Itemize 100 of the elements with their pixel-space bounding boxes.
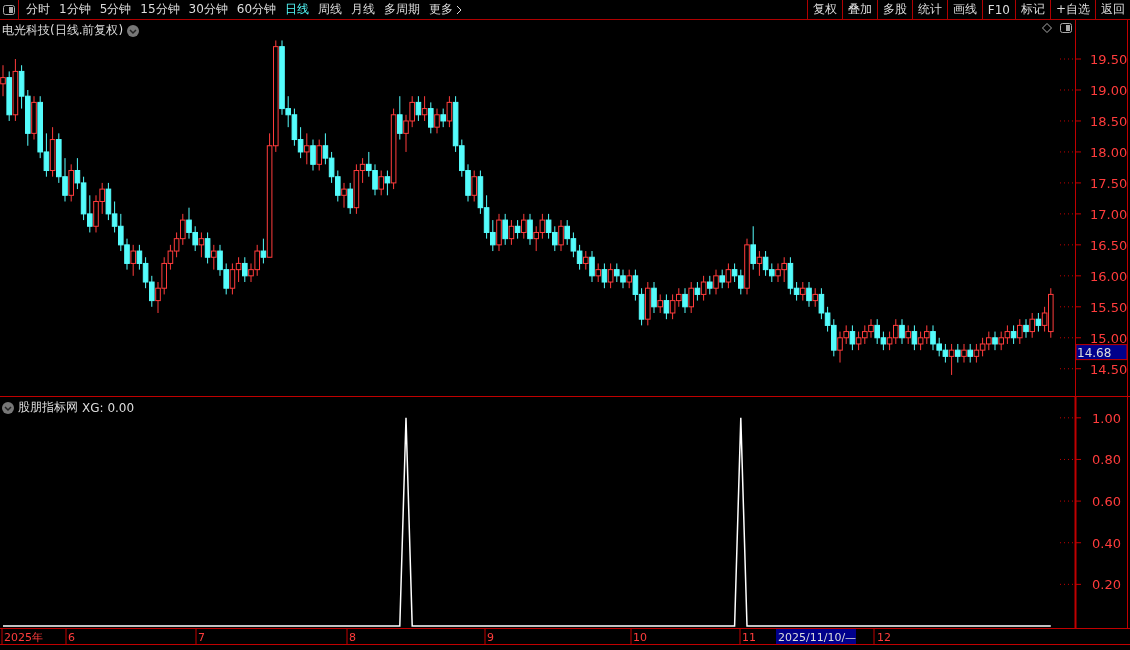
candlestick (173, 231, 180, 258)
candlestick (583, 250, 589, 271)
period-tab[interactable]: 30分钟 (188, 1, 228, 18)
date-label: 10 (633, 631, 647, 644)
candlestick (688, 281, 694, 314)
candlestick (62, 157, 68, 202)
candlestick (1017, 318, 1023, 345)
toolbar-button[interactable]: 多股 (876, 0, 912, 19)
candlestick (328, 151, 335, 184)
more-button[interactable]: 更多 (429, 1, 463, 18)
candlestick (713, 269, 719, 295)
candlestick (545, 213, 552, 240)
axis-label: 0.80 (1092, 452, 1121, 468)
date-label: 6 (68, 631, 75, 644)
axis-label: 0.20 (1092, 577, 1121, 593)
period-tab[interactable]: 月线 (351, 1, 376, 18)
candlestick (942, 343, 949, 364)
candlestick (217, 244, 223, 277)
candlestick (552, 225, 558, 252)
candlestick (384, 170, 391, 196)
toolbar-button[interactable]: 叠加 (841, 0, 877, 19)
candlestick (372, 163, 378, 196)
date-label: 8 (349, 631, 356, 644)
axis-label: 0.40 (1092, 535, 1121, 551)
toolbar-button[interactable]: 标记 (1014, 0, 1050, 19)
candlestick (719, 269, 725, 289)
candlestick (775, 262, 781, 283)
indicator-reading: XG: 0.00 (82, 400, 135, 415)
date-label: 2025年 (4, 631, 43, 644)
date-label: 9 (487, 631, 494, 644)
candlestick (43, 132, 50, 178)
candlestick (118, 213, 124, 252)
axis-label: 18.00 (1090, 144, 1128, 160)
period-tab[interactable]: 1分钟 (59, 1, 91, 18)
axis-label: 18.50 (1090, 113, 1128, 129)
candlestick (235, 256, 242, 283)
candlestick (880, 331, 887, 351)
axis-label: 1.00 (1092, 410, 1121, 426)
candlestick (651, 281, 657, 314)
chart-title: 电光科技(日线.前复权) (2, 22, 124, 39)
candlestick (762, 250, 769, 277)
candlestick (632, 269, 639, 302)
candlestick (471, 170, 477, 202)
candlestick (359, 157, 366, 184)
candlestick (490, 219, 496, 252)
candlestick (862, 324, 868, 345)
candlestick (204, 231, 211, 264)
toolbar-button[interactable]: 返回 (1095, 0, 1130, 19)
candlestick (669, 293, 676, 320)
period-tab[interactable]: 周线 (318, 1, 343, 18)
period-tab[interactable]: 多周期 (384, 1, 421, 18)
candlestick (800, 281, 806, 302)
candlestick (793, 281, 800, 302)
candlestick (973, 343, 980, 364)
candlestick (229, 262, 236, 295)
period-tab[interactable]: 60分钟 (236, 1, 277, 18)
candlestick (979, 337, 986, 357)
panel-toggle-icon[interactable] (3, 4, 15, 15)
candlestick (421, 95, 428, 122)
candlestick (750, 225, 756, 271)
candlestick (260, 238, 267, 264)
toolbar-button[interactable]: 复权 (806, 0, 842, 19)
candlestick (149, 275, 155, 308)
candlestick (192, 225, 198, 252)
candlestick (998, 331, 1004, 351)
candlestick (1041, 306, 1048, 333)
candlestick (911, 324, 918, 351)
candlestick (347, 182, 353, 215)
candlestick (682, 287, 688, 314)
candlestick (620, 269, 626, 289)
candlestick (514, 219, 521, 240)
period-tab[interactable]: 分时 (26, 1, 50, 18)
period-tab[interactable]: 5分钟 (99, 1, 132, 18)
toolbar-button[interactable]: 统计 (911, 0, 947, 19)
dropdown-icon[interactable] (127, 24, 140, 37)
candlestick (570, 231, 577, 258)
candlestick (198, 231, 205, 258)
candlestick (874, 318, 880, 345)
candlestick (99, 182, 105, 215)
toolbar-button[interactable]: 画线 (946, 0, 982, 19)
candlestick (886, 331, 893, 351)
candlestick (142, 256, 149, 289)
dropdown-icon[interactable] (2, 401, 14, 414)
panel-toggle-icon[interactable] (1060, 23, 1072, 33)
diamond-icon[interactable] (1042, 23, 1052, 33)
candlestick (948, 343, 955, 376)
period-tab[interactable]: 日线 (285, 1, 310, 18)
candlestick (180, 213, 186, 246)
period-tab[interactable]: 15分钟 (140, 1, 180, 18)
candlestick (440, 108, 446, 128)
toolbar-button[interactable]: +自选 (1049, 0, 1095, 19)
candlestick (285, 95, 291, 128)
candlestick (576, 244, 583, 271)
candlestick (322, 132, 329, 165)
cursor-date-label: 2025/11/10/— (776, 629, 857, 644)
candlestick (694, 281, 701, 302)
candlestick (899, 318, 905, 345)
candlestick (1010, 324, 1017, 345)
toolbar-button[interactable]: F10 (981, 0, 1015, 19)
candlestick (366, 151, 372, 178)
